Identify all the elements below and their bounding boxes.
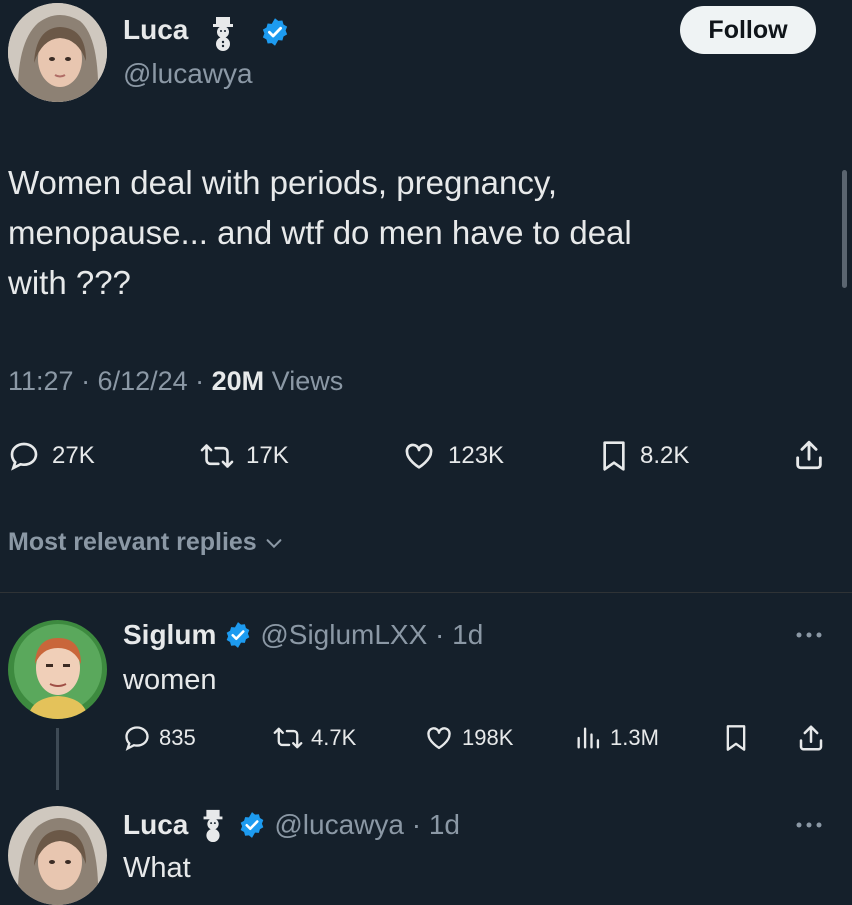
verified-badge-icon: [238, 811, 266, 839]
views-count: 20M: [211, 366, 265, 396]
sort-replies-dropdown[interactable]: Most relevant replies: [8, 528, 285, 557]
tweet-text-line: menopause... and wtf do men have to deal: [8, 214, 632, 251]
sort-label: Most relevant replies: [8, 528, 257, 556]
reply-like-action[interactable]: 198K: [424, 724, 513, 752]
reply-header: Siglum @SiglumLXX · 1d: [123, 619, 483, 651]
more-options-icon[interactable]: [794, 630, 824, 640]
reply-icon: [123, 724, 151, 752]
author-name[interactable]: Luca: [123, 14, 188, 46]
tweet-timestamp[interactable]: 11:27 · 6/12/24 ·: [8, 366, 212, 396]
reply-timestamp[interactable]: · 1d: [427, 619, 483, 650]
views-label: Views: [264, 366, 344, 396]
views-count: 1.3M: [610, 725, 659, 750]
heart-icon: [402, 440, 436, 472]
like-count: 198K: [462, 725, 514, 750]
reply-avatar[interactable]: [8, 620, 107, 719]
verified-badge-icon: [260, 17, 290, 47]
bookmark-count: 8.2K: [640, 442, 690, 469]
chevron-down-icon: [263, 532, 285, 554]
author-avatar[interactable]: [8, 3, 107, 102]
reply-count: 27K: [52, 442, 95, 469]
reply-repost-action[interactable]: 4.7K: [273, 724, 356, 752]
repost-icon: [273, 724, 303, 752]
like-count: 123K: [448, 442, 505, 469]
like-action[interactable]: 123K: [402, 440, 504, 472]
reply-author-name[interactable]: Siglum: [123, 619, 216, 651]
reply-text: women: [123, 664, 217, 696]
bookmark-icon: [600, 440, 628, 472]
thread-line: [56, 728, 59, 790]
share-icon[interactable]: [792, 438, 826, 472]
more-options-icon[interactable]: [794, 820, 824, 830]
repost-icon: [200, 440, 234, 472]
snowman-emoji-icon: [205, 15, 241, 51]
tweet-text-line: Women deal with periods, pregnancy,: [8, 164, 558, 201]
divider: [0, 592, 852, 593]
analytics-icon: [574, 724, 602, 752]
reply-views-action[interactable]: 1.3M: [574, 724, 659, 752]
reply-action[interactable]: 27K: [8, 440, 95, 472]
reply-author-handle[interactable]: @SiglumLXX: [260, 619, 427, 650]
share-icon[interactable]: [796, 723, 826, 753]
repost-count: 4.7K: [311, 725, 357, 750]
reply-icon: [8, 440, 40, 472]
repost-action[interactable]: 17K: [200, 440, 289, 472]
scrollbar[interactable]: [842, 170, 847, 288]
tweet-text-line: with ???: [8, 264, 131, 301]
author-handle[interactable]: @lucawya: [123, 58, 253, 90]
follow-button[interactable]: Follow: [680, 6, 816, 54]
verified-badge-icon: [224, 621, 252, 649]
reply-author-handle[interactable]: @lucawya: [274, 809, 404, 840]
bookmark-icon[interactable]: [724, 724, 748, 752]
reply-avatar[interactable]: [8, 806, 107, 905]
reply-author-name[interactable]: Luca: [123, 809, 188, 841]
reply-header: Luca @lucawya · 1d: [123, 808, 460, 842]
snowman-emoji-icon: [196, 808, 230, 842]
reply-timestamp[interactable]: · 1d: [404, 809, 460, 840]
reply-count: 835: [159, 725, 196, 750]
bookmark-action[interactable]: 8.2K: [600, 440, 689, 472]
reply-reply-action[interactable]: 835: [123, 724, 196, 752]
tweet-meta: 11:27 · 6/12/24 · 20M Views: [8, 366, 343, 397]
repost-count: 17K: [246, 442, 289, 469]
reply-text: What: [123, 852, 191, 884]
tweet-text: Women deal with periods, pregnancy, meno…: [8, 158, 828, 308]
heart-icon: [424, 724, 454, 752]
